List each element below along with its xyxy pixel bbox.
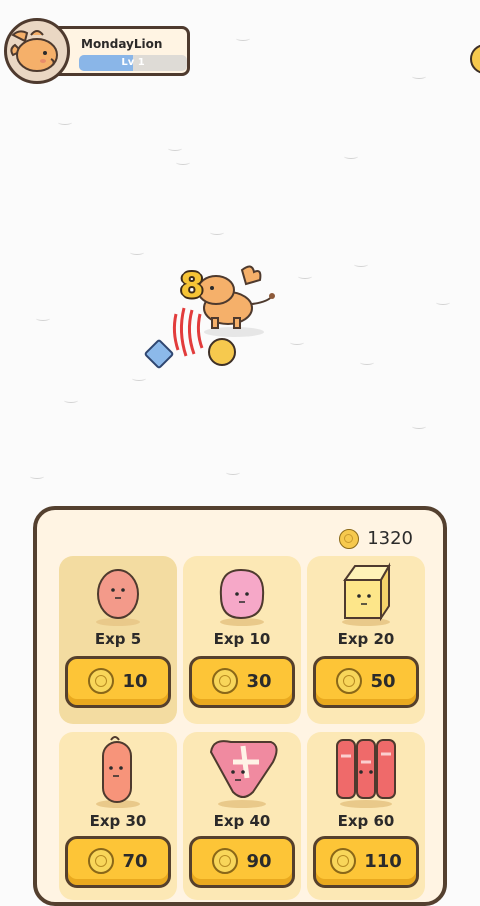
cheese-icon [342,562,391,626]
item-price: 30 [246,670,272,692]
buy-button[interactable]: 110 [313,836,419,888]
grass-tuft [436,300,450,305]
buy-button[interactable]: 10 [65,656,171,708]
gold-amount: 1320 [367,528,413,549]
shop-item-pink-patty[interactable]: Exp 10 30 [183,556,301,724]
coin-icon [88,668,115,694]
grass-tuft [210,230,224,235]
sausage-icon [96,736,140,808]
buy-button[interactable]: 90 [189,836,295,888]
grass-tuft [226,470,240,475]
item-price: 90 [246,850,272,872]
item-exp: Exp 10 [213,630,271,648]
shop-item-t-bone-steak[interactable]: Exp 40 90 [183,732,301,900]
item-exp: Exp 5 [94,630,142,648]
ham-slice-icon [96,569,140,626]
buy-button[interactable]: 50 [313,656,419,708]
item-exp: Exp 20 [337,630,395,648]
pink-patty-icon [219,568,265,626]
shop-item-ham-slice[interactable]: Exp 5 10 [59,556,177,724]
shop-item-sausage[interactable]: Exp 30 70 [59,732,177,900]
grass-tuft [298,274,312,279]
grass-tuft [344,154,358,159]
shop-item-cheese[interactable]: Exp 20 50 [307,556,425,724]
item-price: 10 [122,670,148,692]
player-card[interactable]: MondayLion Lv 1 [4,18,192,84]
item-price: 110 [364,850,402,872]
item-exp: Exp 40 [213,812,271,830]
grass-tuft [64,398,78,403]
coin-pickup[interactable] [208,338,236,366]
bacon-icon [336,739,396,808]
player-info: MondayLion Lv 1 [50,26,190,76]
buy-button[interactable]: 70 [65,836,171,888]
grass-tuft [58,120,72,125]
grass-tuft [354,262,368,267]
grass-tuft [176,160,190,165]
lion-avatar-icon [10,30,58,72]
level-progress-bar: Lv 1 [79,55,187,71]
damage-number: 8 [180,266,204,306]
item-price: 50 [370,670,396,692]
shop-item-bacon[interactable]: Exp 60 110 [307,732,425,900]
player-avatar[interactable] [4,18,70,84]
coin-icon [212,668,239,694]
coin-icon [88,848,115,874]
t-bone-steak-icon [209,740,278,808]
gold-counter: 1320 [339,528,413,549]
food-shop-panel: 1320 Exp 5 10 Exp 10 30 Exp 20 50 Exp 30… [33,506,447,906]
item-price: 70 [122,850,148,872]
grass-tuft [360,360,374,365]
grass-tuft [236,36,250,41]
grass-tuft [290,340,304,345]
item-exp: Exp 60 [337,812,395,830]
player-name: MondayLion [81,37,163,51]
coin-icon [336,668,363,694]
grass-tuft [130,250,144,255]
level-label: Lv 1 [121,57,145,68]
coin-icon [339,528,360,549]
grass-tuft [412,424,426,429]
grass-tuft [132,376,146,381]
grass-tuft [412,74,426,79]
grass-tuft [168,146,182,151]
grass-tuft [30,474,44,479]
buy-button[interactable]: 30 [189,656,295,708]
item-exp: Exp 30 [89,812,147,830]
coin-icon [212,848,239,874]
grass-tuft [36,316,50,321]
coin-icon [330,848,357,874]
